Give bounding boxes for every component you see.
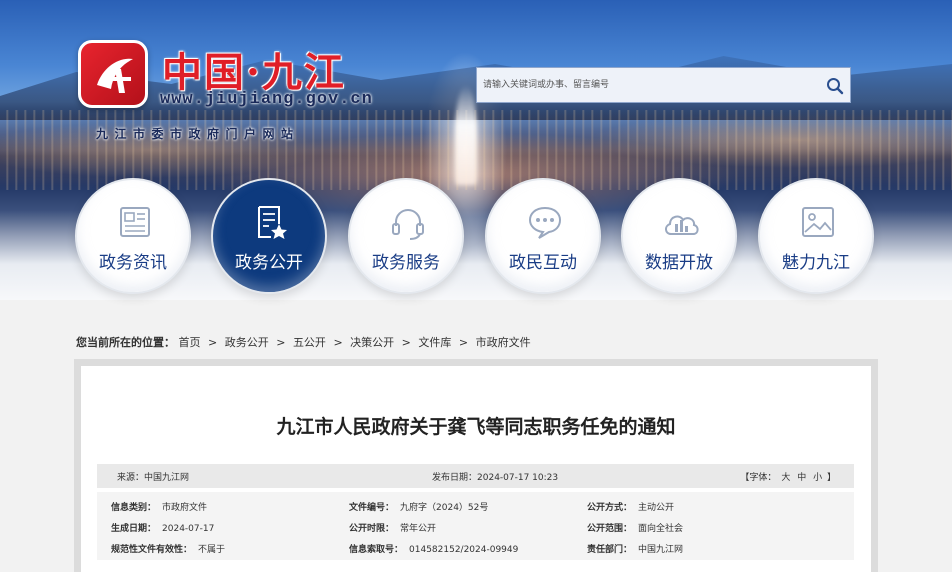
font-size-switcher: 【字体： 大 中 小 】 <box>740 470 836 483</box>
meta-value: 常年公开 <box>400 524 437 534</box>
breadcrumb-separator: > <box>208 336 218 349</box>
meta-info-type: 信息类别： 市政府文件 <box>111 500 207 513</box>
breadcrumb-file-library[interactable]: 文件库 <box>418 336 451 349</box>
meta-open-scope: 公开范围： 面向全社会 <box>587 521 683 534</box>
logo-subtitle: 九江市委市政府门户网站 <box>96 127 300 141</box>
meta-value: 面向全社会 <box>638 524 684 534</box>
meta-open-time: 公开时限： 常年公开 <box>349 521 436 534</box>
breadcrumb-gov-open[interactable]: 政务公开 <box>225 336 269 349</box>
meta-key: 公开时限： <box>349 524 395 534</box>
meta-key: 信息类别： <box>111 503 157 513</box>
meta-value: 不属于 <box>198 545 226 555</box>
meta-value: 2024-07-17 <box>162 524 215 534</box>
font-size-large[interactable]: 大 <box>781 473 790 483</box>
article-source: 来源：中国九江网 <box>117 470 189 483</box>
breadcrumb-home[interactable]: 首页 <box>179 336 201 349</box>
nav-label: 数据开放 <box>645 253 713 273</box>
breadcrumb-city-gov-files[interactable]: 市政府文件 <box>476 336 531 349</box>
meta-key: 公开范围： <box>587 524 633 534</box>
font-size-suffix: 】 <box>826 473 836 483</box>
breadcrumb-separator: > <box>401 336 411 349</box>
nav-item-interaction[interactable]: 政民互动 <box>485 178 601 294</box>
search-icon[interactable] <box>826 77 844 95</box>
source-label: 来源： <box>117 473 145 483</box>
breadcrumb-label: 您当前所在的位置： <box>76 336 175 349</box>
meta-value: 中国九江网 <box>638 545 684 555</box>
nav-label: 政务公开 <box>235 253 303 273</box>
meta-key: 文件编号： <box>349 503 395 513</box>
meta-generate-date: 生成日期： 2024-07-17 <box>111 521 214 534</box>
banner-fountain <box>455 85 477 185</box>
headset-icon <box>388 202 428 242</box>
publish-date-label: 发布日期： <box>432 473 478 483</box>
breadcrumb: 您当前所在的位置： 首页 > 政务公开 > 五公开 > 决策公开 > 文件库 >… <box>76 334 531 350</box>
nav-item-gov-service[interactable]: 政务服务 <box>348 178 464 294</box>
nav-label: 政民互动 <box>509 253 577 273</box>
publish-date-value: 2024-07-17 10:23 <box>477 473 559 483</box>
image-icon <box>798 202 838 242</box>
meta-key: 责任部门： <box>587 545 633 555</box>
font-size-small[interactable]: 小 <box>813 473 822 483</box>
nav-item-charm[interactable]: 魅力九江 <box>758 178 874 294</box>
breadcrumb-decision-open[interactable]: 决策公开 <box>350 336 394 349</box>
meta-value: 九府字（2024）52号 <box>400 503 489 513</box>
meta-key: 生成日期： <box>111 524 157 534</box>
search-box <box>476 67 851 103</box>
article-card: 九江市人民政府关于龚飞等同志职务任免的通知 来源：中国九江网 发布日期：2024… <box>81 366 871 572</box>
meta-index-number: 信息索取号： 014582152/2024-09949 <box>349 542 518 555</box>
cloud-chart-icon <box>661 202 701 242</box>
logo-url: www.jiujiang.gov.cn <box>160 90 373 109</box>
font-size-medium[interactable]: 中 <box>797 473 806 483</box>
main-nav: 政务资讯 政务公开 政务服务 政民互动 数据开放 魅力九江 <box>0 178 952 294</box>
font-size-prefix: 【字体： <box>740 473 777 483</box>
logo-emblem-icon <box>78 40 148 108</box>
nav-label: 政务服务 <box>372 253 440 273</box>
nav-label: 魅力九江 <box>782 253 850 273</box>
meta-value: 主动公开 <box>638 503 675 513</box>
nav-item-gov-open[interactable]: 政务公开 <box>211 178 327 294</box>
meta-key: 信息索取号： <box>349 545 404 555</box>
meta-value: 市政府文件 <box>162 503 208 513</box>
source-value: 中国九江网 <box>144 473 190 483</box>
search-input[interactable] <box>477 68 817 102</box>
meta-doc-number: 文件编号： 九府字（2024）52号 <box>349 500 488 513</box>
nav-item-open-data[interactable]: 数据开放 <box>621 178 737 294</box>
article-title: 九江市人民政府关于龚飞等同志职务任免的通知 <box>276 416 676 438</box>
breadcrumb-separator: > <box>333 336 343 349</box>
meta-key: 公开方式： <box>587 503 633 513</box>
meta-validity: 规范性文件有效性： 不属于 <box>111 542 225 555</box>
meta-open-way: 公开方式： 主动公开 <box>587 500 674 513</box>
breadcrumb-separator: > <box>276 336 286 349</box>
breadcrumb-five-open[interactable]: 五公开 <box>293 336 326 349</box>
newspaper-icon <box>115 202 155 242</box>
meta-value: 014582152/2024-09949 <box>409 545 519 555</box>
meta-key: 规范性文件有效性： <box>111 545 193 555</box>
article-meta-table: 信息类别： 市政府文件 文件编号： 九府字（2024）52号 公开方式： 主动公开 生… <box>97 492 854 560</box>
article-publish-date: 发布日期：2024-07-17 10:23 <box>432 470 558 483</box>
nav-label: 政务资讯 <box>99 253 167 273</box>
nav-item-news[interactable]: 政务资讯 <box>75 178 191 294</box>
chat-bubble-icon <box>525 202 565 242</box>
article-source-bar: 来源：中国九江网 发布日期：2024-07-17 10:23 【字体： 大 中 … <box>97 464 854 488</box>
breadcrumb-separator: > <box>458 336 469 349</box>
document-star-icon <box>251 202 291 242</box>
site-logo[interactable]: 中国·九江 www.jiujiang.gov.cn 九江市委市政府门户网站 <box>78 40 378 145</box>
meta-department: 责任部门： 中国九江网 <box>587 542 683 555</box>
